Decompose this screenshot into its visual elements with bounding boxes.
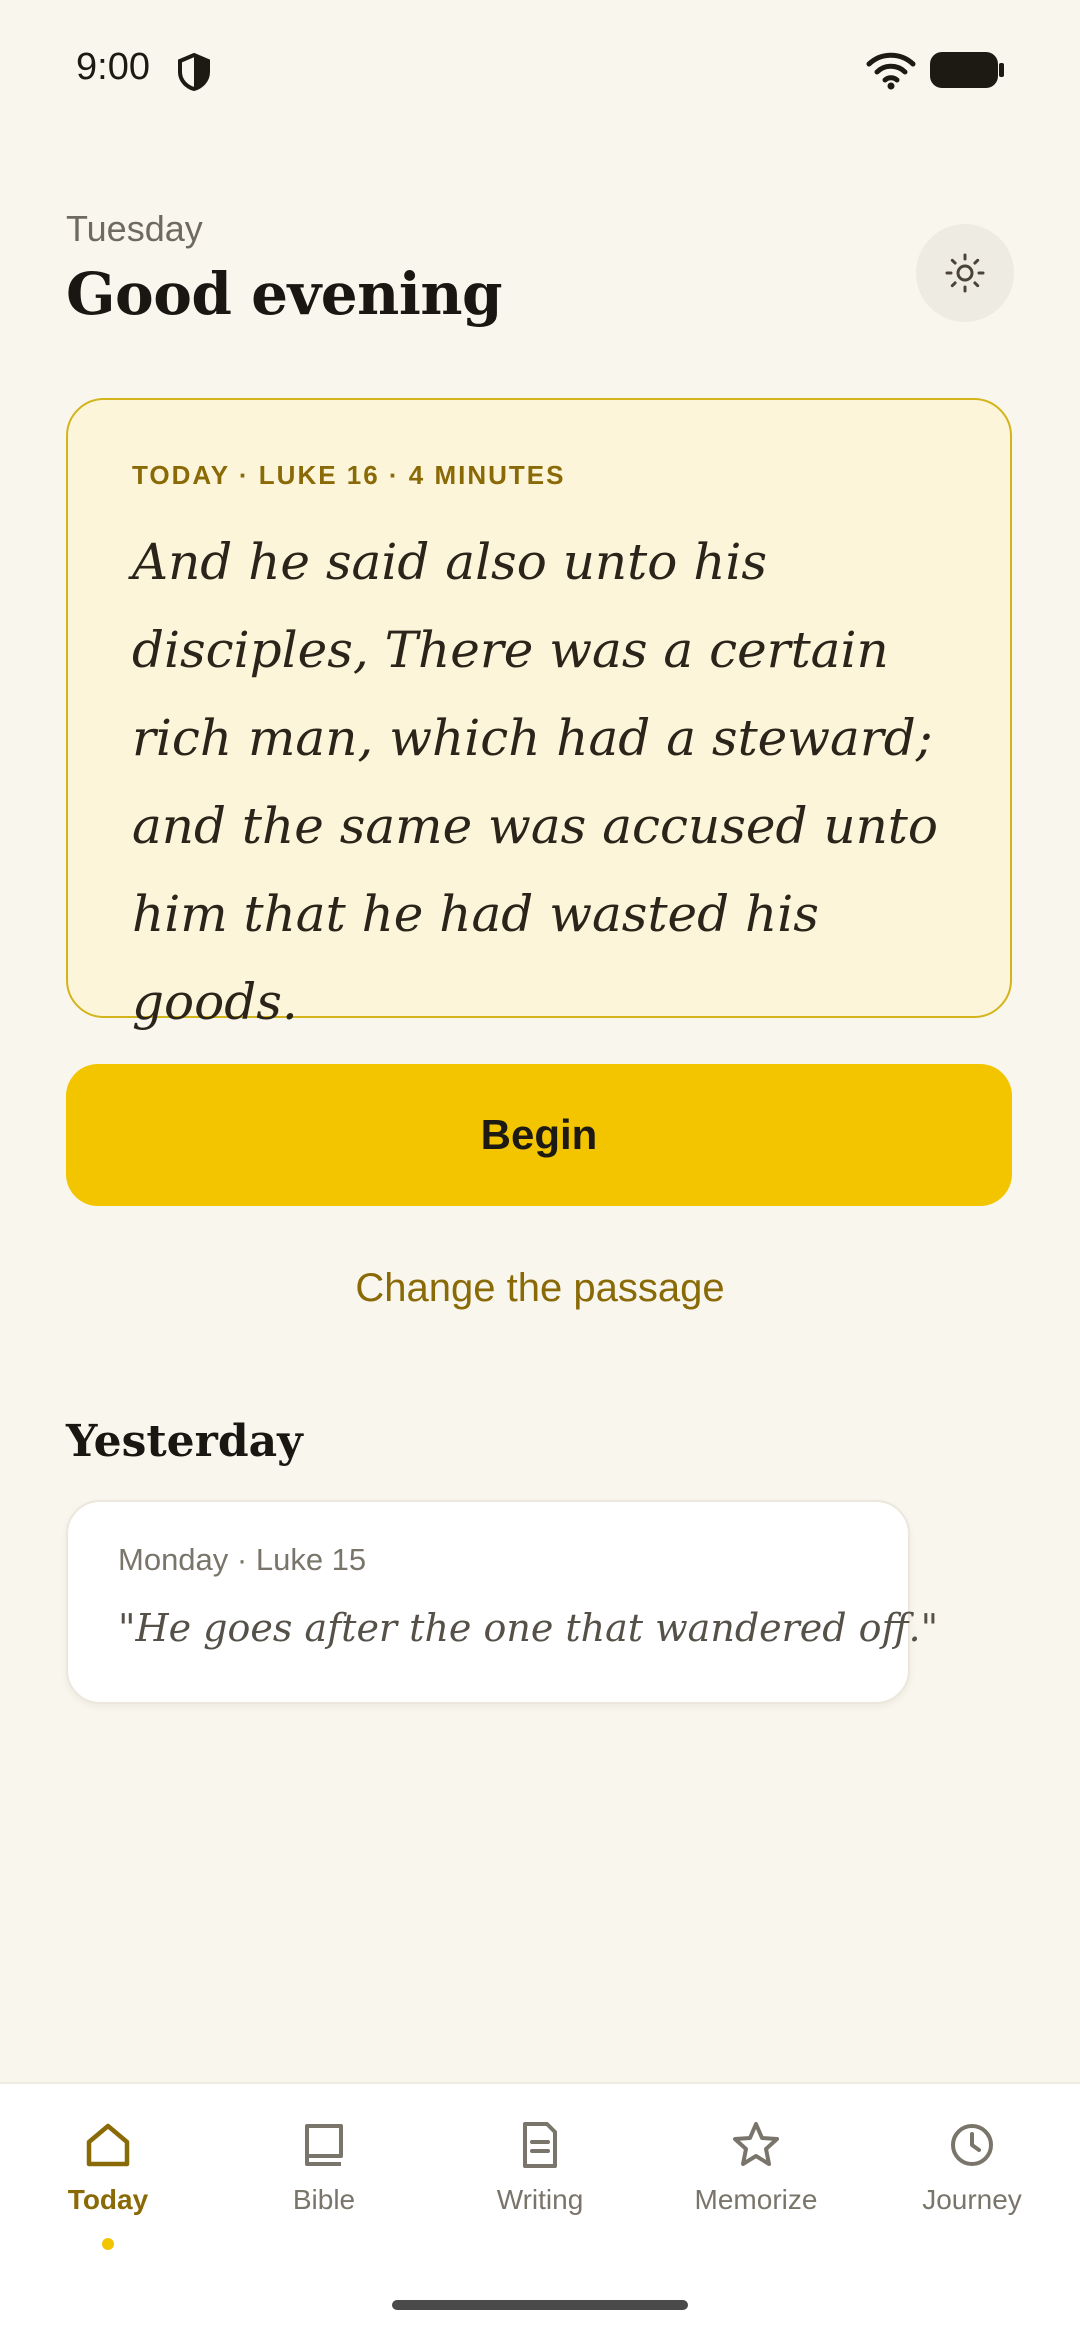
status-bar: 9:00	[0, 0, 1080, 140]
nav-item-journey[interactable]: Journey	[864, 2118, 1080, 2248]
shield-icon	[178, 52, 210, 92]
battery-icon	[930, 52, 1004, 88]
yesterday-card[interactable]: Monday · Luke 15 "He goes after the one …	[66, 1500, 938, 1704]
nav-label-today: Today	[67, 2184, 149, 2215]
yesterday-meta: Monday · Luke 15	[118, 1542, 367, 1577]
document-icon	[523, 2122, 557, 2168]
nav-item-bible[interactable]: Bible	[216, 2118, 432, 2248]
nav-item-memorize[interactable]: Memorize	[648, 2118, 864, 2248]
nav-item-today[interactable]: Today	[0, 2118, 216, 2250]
nav-label-journey: Journey	[922, 2184, 1022, 2215]
clock-icon	[951, 2124, 993, 2166]
star-icon	[733, 2122, 779, 2166]
wifi-icon	[866, 52, 916, 90]
nav-item-writing[interactable]: Writing	[432, 2118, 648, 2248]
nav-label-writing: Writing	[496, 2184, 584, 2215]
passage-card[interactable]: TODAY · LUKE 16 · 4 MINUTES And he said …	[66, 398, 1012, 1031]
theme-toggle-button[interactable]	[916, 224, 1014, 322]
begin-button[interactable]: Begin	[66, 1064, 1012, 1206]
passage-text: And he said also unto his disciples, The…	[132, 533, 938, 1031]
home-icon	[86, 2123, 130, 2167]
active-indicator-dot	[102, 2238, 114, 2250]
status-time: 9:00	[76, 46, 150, 88]
passage-meta: TODAY · LUKE 16 · 4 MINUTES	[132, 460, 566, 490]
header-day: Tuesday	[66, 208, 203, 249]
home-indicator[interactable]	[392, 2300, 688, 2310]
sun-icon	[945, 253, 985, 293]
yesterday-quote: "He goes after the one that wandered off…	[118, 1606, 939, 1650]
change-passage-link[interactable]: Change the passage	[0, 1266, 1080, 1311]
page-title: Good evening	[66, 260, 503, 328]
yesterday-heading: Yesterday	[66, 1416, 303, 1467]
book-icon	[305, 2124, 343, 2166]
nav-label-bible: Bible	[292, 2184, 356, 2215]
nav-label-memorize: Memorize	[694, 2184, 818, 2215]
